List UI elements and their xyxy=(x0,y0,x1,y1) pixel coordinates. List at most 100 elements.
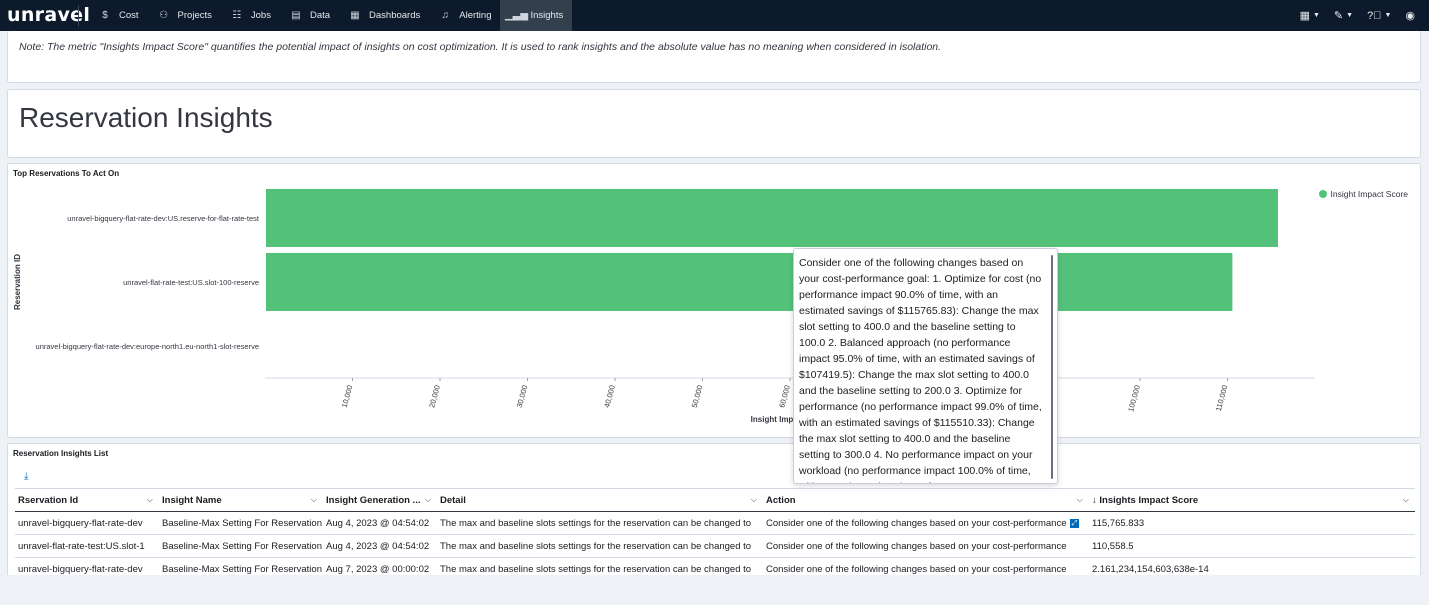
expand-cell-icon[interactable]: ⤢ xyxy=(1070,518,1079,528)
nav-item-label: Cost xyxy=(119,10,139,21)
chevron-down-icon[interactable]: ⌵ xyxy=(751,495,757,505)
reservations-bar-chart: unravel-bigquery-flat-rate-dev:US.reserv… xyxy=(13,189,1315,424)
table-cell: The max and baseline slots settings for … xyxy=(437,535,763,558)
action-tooltip: Consider one of the following changes ba… xyxy=(793,248,1058,484)
user-menu-button[interactable]: ◉ xyxy=(1405,9,1415,22)
table-cell: Aug 4, 2023 @ 04:54:02 xyxy=(323,512,437,535)
legend-label: Insight Impact Score xyxy=(1330,189,1408,199)
nav-item-label: Dashboards xyxy=(369,10,421,21)
cell-text: Aug 7, 2023 @ 00:00:02 xyxy=(326,563,430,575)
nav-item-insights[interactable]: ▁▃▅ Insights xyxy=(500,0,573,31)
column-header-label: Action xyxy=(766,494,796,506)
apps-menu-button[interactable]: ▦ ▼ xyxy=(1300,9,1320,22)
nav-item-projects[interactable]: ⚇ Projects xyxy=(148,0,221,31)
cell-text: Baseline-Max Setting For Reservation xyxy=(162,563,322,575)
column-header-label: Insight Generation ... xyxy=(326,494,421,506)
chevron-down-icon[interactable]: ⌵ xyxy=(1403,495,1409,505)
tooltip-text: Consider one of the following changes ba… xyxy=(799,257,1042,483)
unravel-logo[interactable]: unravel xyxy=(0,0,90,31)
table-cell: unravel-bigquery-flat-rate-dev xyxy=(15,512,159,535)
table-cell: Aug 4, 2023 @ 04:54:02 xyxy=(323,535,437,558)
cell-text: The max and baseline slots settings for … xyxy=(440,517,752,529)
projects-icon: ⚇ xyxy=(159,10,169,21)
insights-table: Rservation Id ⌵ Insight Name ⌵ Insight Gener… xyxy=(15,488,1415,581)
nav-item-label: Jobs xyxy=(250,10,271,21)
table-cell: Baseline-Max Setting For Reservation xyxy=(159,535,323,558)
page-footer xyxy=(0,575,1429,605)
cell-text: Aug 4, 2023 @ 04:54:02 xyxy=(326,517,430,529)
column-header[interactable]: Insight Generation ... ⌵ xyxy=(323,488,437,512)
cell-text: The max and baseline slots settings for … xyxy=(440,563,752,575)
chevron-down-icon: ▼ xyxy=(1346,12,1354,19)
list-panel-title: Reservation Insights List xyxy=(13,449,109,458)
edit-menu-button[interactable]: ✎ ▼ xyxy=(1334,9,1353,22)
legend-swatch xyxy=(1318,190,1327,198)
nav-item-alerting[interactable]: ♫ Alerting xyxy=(429,0,500,31)
cell-text: unravel-flat-rate-test:US.slot-1 xyxy=(18,540,145,552)
chart-legend[interactable]: Insight Impact Score xyxy=(1318,189,1408,199)
x-tick-label: 20,000 xyxy=(427,384,442,409)
column-header[interactable]: Action ⌵ xyxy=(763,488,1089,512)
nav-right-tools: ▦ ▼ ✎ ▼ ?⃝ ▼ ◉ xyxy=(1300,0,1429,31)
user-icon: ◉ xyxy=(1405,10,1415,22)
cell-text: 2.161,234,154,603,638e-14 xyxy=(1092,563,1209,575)
chevron-down-icon: ▼ xyxy=(1312,12,1320,19)
help-menu-button[interactable]: ?⃝ ▼ xyxy=(1367,10,1391,22)
table-cell: Baseline-Max Setting For Reservation xyxy=(159,512,323,535)
nav-item-label: Data xyxy=(309,10,331,21)
column-header[interactable]: Insight Name ⌵ xyxy=(159,488,323,512)
cell-text: Consider one of the following changes ba… xyxy=(766,540,1067,552)
top-nav: unravel $ Cost ⚇ Projects ☷ Jobs ▤ Data ▦ Dashboa… xyxy=(0,0,1429,31)
column-header[interactable]: Detail ⌵ xyxy=(437,488,763,512)
bar-chart-icon: ▁▃▅ xyxy=(504,10,529,21)
chevron-down-icon[interactable]: ⌵ xyxy=(147,495,153,505)
column-header[interactable]: ↓ Insights Impact Score ⌵ xyxy=(1089,488,1415,512)
cell-text: Baseline-Max Setting For Reservation xyxy=(162,517,322,529)
dashboard-icon: ▦ xyxy=(350,10,360,21)
x-tick-label: 40,000 xyxy=(602,384,617,409)
title-panel: Reservation Insights xyxy=(7,89,1421,158)
bar[interactable] xyxy=(266,253,1233,311)
cell-text: Consider one of the following changes ba… xyxy=(766,563,1067,575)
list-panel: Reservation Insights List ⤓ Rservation I… xyxy=(7,443,1421,583)
tooltip-scrollbar[interactable] xyxy=(1051,255,1053,479)
column-header-label: Rservation Id xyxy=(18,494,79,506)
cell-text: Aug 4, 2023 @ 04:54:02 xyxy=(326,540,430,552)
cell-text: 115,765.833 xyxy=(1092,517,1145,529)
cell-text: unravel-bigquery-flat-rate-dev xyxy=(18,563,143,575)
nav-item-jobs[interactable]: ☷ Jobs xyxy=(221,0,280,31)
table-cell: 110,558.5 xyxy=(1089,535,1415,558)
table-cell: Consider one of the following changes ba… xyxy=(763,535,1089,558)
database-icon: ▤ xyxy=(291,10,301,21)
nav-item-dashboards[interactable]: ▦ Dashboards xyxy=(339,0,429,31)
chevron-down-icon[interactable]: ⌵ xyxy=(1077,495,1083,505)
jobs-icon: ☷ xyxy=(232,10,242,21)
grid-icon: ▦ xyxy=(1299,10,1310,22)
help-icon: ?⃝ xyxy=(1367,9,1382,22)
table-cell: Consider one of the following changes ba… xyxy=(763,512,1089,535)
x-tick-label: 110,000 xyxy=(1214,384,1230,412)
category-label: unravel-bigquery-flat-rate-dev:europe-no… xyxy=(36,342,259,351)
nav-item-data[interactable]: ▤ Data xyxy=(280,0,339,31)
category-label: unravel-flat-rate-test:US.slot-100-reser… xyxy=(123,278,259,287)
column-header-label: Detail xyxy=(440,494,466,506)
table-row[interactable]: unravel-flat-rate-test:US.slot-1 Baseline… xyxy=(15,535,1415,558)
column-header[interactable]: Rservation Id ⌵ xyxy=(15,488,159,512)
table-header: Rservation Id ⌵ Insight Name ⌵ Insight Gener… xyxy=(15,488,1415,512)
table-cell: The max and baseline slots settings for … xyxy=(437,512,763,535)
x-tick-label: 30,000 xyxy=(515,384,530,409)
nav-item-label: Alerting xyxy=(459,10,492,21)
chevron-down-icon[interactable]: ⌵ xyxy=(425,495,431,505)
table-cell: 115,765.833 xyxy=(1089,512,1415,535)
x-tick-label: 10,000 xyxy=(340,384,355,409)
cell-text: unravel-bigquery-flat-rate-dev xyxy=(18,517,143,529)
bar[interactable] xyxy=(266,189,1278,247)
table-row[interactable]: unravel-bigquery-flat-rate-dev Baseline-M… xyxy=(15,512,1415,535)
nav-item-cost[interactable]: $ Cost xyxy=(89,0,148,31)
pencil-icon: ✎ xyxy=(1333,10,1344,22)
chevron-down-icon[interactable]: ⌵ xyxy=(311,495,317,505)
download-icon[interactable]: ⤓ xyxy=(24,471,28,482)
nav-item-label: Projects xyxy=(177,10,212,21)
note-panel: Note: The metric "Insights Impact Score"… xyxy=(7,31,1421,83)
cell-text: The max and baseline slots settings for … xyxy=(440,540,752,552)
